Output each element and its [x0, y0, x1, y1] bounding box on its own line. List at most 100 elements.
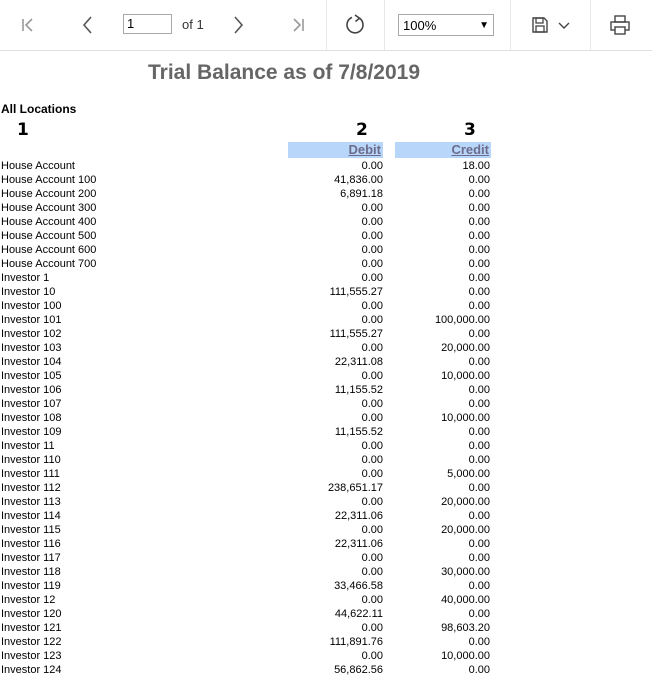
credit-value: 0.00: [468, 174, 490, 186]
credit-value: 100,000.00: [434, 314, 490, 326]
debit-value: 0.00: [361, 244, 383, 256]
account-name: Investor 110: [1, 454, 61, 466]
debit-value: 0.00: [361, 160, 383, 172]
next-page-icon[interactable]: [224, 0, 252, 50]
account-name: Investor 106: [1, 384, 62, 396]
account-name: Investor 111: [1, 468, 60, 480]
account-name: Investor 114: [1, 510, 61, 522]
previous-page-icon[interactable]: [74, 0, 102, 50]
account-name: Investor 102: [1, 328, 62, 340]
account-name: Investor 10: [1, 286, 56, 298]
account-name: Investor 122: [1, 636, 62, 648]
table-row: Investor 101 0.00 100,000.00: [0, 313, 652, 327]
zoom-select[interactable]: 100% ▼: [398, 14, 494, 36]
debit-value: 238,651.17: [327, 482, 383, 494]
account-name: House Account 100: [1, 174, 97, 186]
account-name: Investor 116: [1, 538, 61, 550]
credit-value: 0.00: [468, 230, 490, 242]
credit-value: 5,000.00: [447, 468, 490, 480]
credit-value: 10,000.00: [441, 412, 490, 424]
table-row: Investor 122 111,891.76 0.00: [0, 635, 652, 649]
account-name: Investor 112: [1, 482, 61, 494]
print-icon[interactable]: [606, 0, 634, 50]
debit-value: 44,622.11: [334, 608, 383, 620]
account-name: Investor 119: [1, 580, 61, 592]
table-row: Investor 102 111,555.27 0.00: [0, 327, 652, 341]
table-row: Investor 112 238,651.17 0.00: [0, 481, 652, 495]
table-row: House Account 300 0.00 0.00: [0, 201, 652, 215]
credit-value: 18.00: [462, 160, 490, 172]
credit-value: 0.00: [468, 286, 490, 298]
account-name: Investor 100: [1, 300, 62, 312]
table-row: Investor 105 0.00 10,000.00: [0, 369, 652, 383]
account-name: Investor 108: [1, 412, 62, 424]
account-name: Investor 120: [1, 608, 62, 620]
debit-value: 0.00: [361, 552, 383, 564]
credit-value: 0.00: [468, 510, 490, 522]
table-row: Investor 107 0.00 0.00: [0, 397, 652, 411]
last-page-icon[interactable]: [284, 0, 312, 50]
account-name: Investor 124: [1, 664, 62, 676]
account-name: Investor 113: [1, 496, 61, 508]
debit-value: 0.00: [361, 272, 383, 284]
debit-value: 0.00: [361, 258, 383, 270]
credit-value: 0.00: [468, 244, 490, 256]
table-row: Investor 108 0.00 10,000.00: [0, 411, 652, 425]
table-row: House Account 500 0.00 0.00: [0, 229, 652, 243]
chevron-down-icon[interactable]: [556, 0, 572, 50]
account-name: Investor 121: [1, 622, 62, 634]
account-name: Investor 123: [1, 650, 62, 662]
debit-value: 11,155.52: [334, 426, 383, 438]
debit-value: 0.00: [361, 524, 383, 536]
table-row: Investor 113 0.00 20,000.00: [0, 495, 652, 509]
table-row: Investor 119 33,466.58 0.00: [0, 579, 652, 593]
account-name: House Account 700: [1, 258, 97, 270]
account-name: Investor 105: [1, 370, 62, 382]
table-row: Investor 117 0.00 0.00: [0, 551, 652, 565]
credit-value: 40,000.00: [441, 594, 490, 606]
credit-value: 0.00: [468, 580, 490, 592]
refresh-icon[interactable]: [340, 0, 370, 50]
debit-value: 0.00: [361, 412, 383, 424]
page-number-input[interactable]: 1: [123, 14, 172, 34]
save-icon[interactable]: [528, 0, 552, 50]
column-number: 1: [17, 120, 29, 140]
account-name: Investor 117: [1, 552, 61, 564]
account-name: Investor 11: [1, 440, 55, 452]
credit-value: 30,000.00: [441, 566, 490, 578]
debit-column-header[interactable]: Debit: [288, 142, 383, 158]
credit-column-header[interactable]: Credit: [395, 142, 491, 158]
debit-value: 0.00: [361, 300, 383, 312]
credit-value: 0.00: [468, 300, 490, 312]
table-row: Investor 109 11,155.52 0.00: [0, 425, 652, 439]
debit-value: 111,555.27: [329, 286, 383, 298]
debit-value: 0.00: [361, 650, 383, 662]
credit-value: 0.00: [468, 426, 490, 438]
table-row: Investor 100 0.00 0.00: [0, 299, 652, 313]
table-row: Investor 120 44,622.11 0.00: [0, 607, 652, 621]
account-name: Investor 109: [1, 426, 62, 438]
toolbar-divider: [510, 0, 511, 50]
table-row: House Account 700 0.00 0.00: [0, 257, 652, 271]
column-number: 2: [356, 120, 368, 140]
table-row: Investor 106 11,155.52 0.00: [0, 383, 652, 397]
toolbar-divider: [326, 0, 327, 50]
account-name: House Account: [1, 160, 75, 172]
table-row: Investor 1 0.00 0.00: [0, 271, 652, 285]
credit-value: 0.00: [468, 188, 490, 200]
credit-value: 0.00: [468, 216, 490, 228]
debit-value: 0.00: [361, 468, 383, 480]
debit-value: 11,155.52: [334, 384, 383, 396]
debit-value: 0.00: [361, 398, 383, 410]
first-page-icon[interactable]: [14, 0, 42, 50]
debit-value: 0.00: [361, 202, 383, 214]
debit-value: 22,311.06: [334, 510, 383, 522]
debit-value: 0.00: [361, 314, 383, 326]
account-name: House Account 400: [1, 216, 97, 228]
table-row: House Account 200 6,891.18 0.00: [0, 187, 652, 201]
credit-value: 0.00: [468, 552, 490, 564]
debit-value: 6,891.18: [340, 188, 383, 200]
credit-value: 0.00: [468, 482, 490, 494]
table-row: House Account 100 41,836.00 0.00: [0, 173, 652, 187]
account-name: Investor 115: [1, 524, 61, 536]
